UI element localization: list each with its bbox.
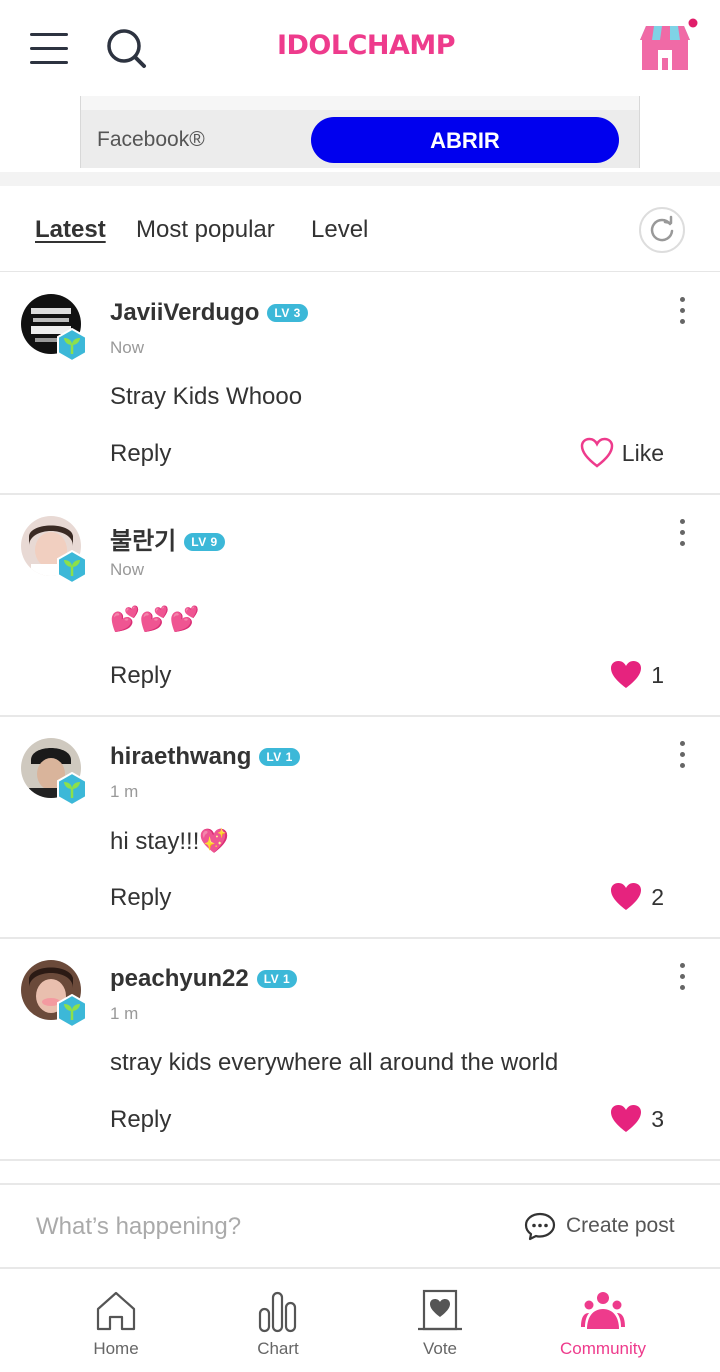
comment-text: stray kids everywhere all around the wor… [110,1049,559,1076]
chart-icon [258,1291,297,1333]
create-post-label: Create post [566,1214,675,1237]
ad-open-button[interactable]: ABRIR [311,117,619,163]
heart-filled-icon [611,883,642,910]
sprout-badge-icon [55,771,89,807]
nav-home[interactable]: Home [26,1269,206,1372]
like-label: Like [621,439,664,466]
username-text: hiraethwang [110,743,252,770]
nav-vote[interactable]: Vote [350,1269,530,1372]
level-badge: LV 3 [267,304,308,322]
username-text: 불란기 [110,528,177,555]
community-icon [581,1292,625,1329]
comment-item: 불란기 LV 9 Now 💕💕💕 Reply 1 [0,495,720,717]
comment-time: Now [110,338,145,357]
like-button[interactable]: 2 [609,879,664,915]
comment-time: 1 m [110,782,139,801]
comment-text: hi stay!!!💖 [110,828,230,855]
heart-filled-icon [611,1105,642,1132]
comment-username[interactable]: peachyun22 LV 1 [110,965,298,993]
more-options-icon[interactable] [672,741,692,771]
more-options-icon[interactable] [672,297,692,327]
like-count: 2 [651,883,664,910]
bottom-navigation: Home Chart Vote Community [0,1267,720,1372]
post-composer: What’s happening? Create post [0,1183,720,1267]
heart-outline-icon [580,437,614,468]
shop-icon[interactable] [636,18,700,74]
reply-button[interactable]: Reply [110,662,171,690]
sprout-badge-icon [55,993,89,1029]
nav-label: Home [93,1339,139,1358]
comment-username[interactable]: JaviiVerdugo LV 3 [110,299,308,327]
tab-level[interactable]: Level [311,216,368,244]
reply-button[interactable]: Reply [110,884,171,912]
divider [0,172,720,186]
like-button[interactable]: 3 [609,1101,664,1137]
comment-time: 1 m [110,1004,139,1023]
comment-username[interactable]: 불란기 LV 9 [110,521,225,556]
whats-happening-input[interactable]: What’s happening? [36,1213,241,1241]
refresh-icon[interactable] [639,207,685,253]
chat-bubble-icon [524,1212,556,1241]
comment-item: JaviiVerdugo LV 3 Now Stray Kids Whooo Re… [0,273,720,495]
ad-brand-label: Facebook® [97,128,205,151]
like-count: 3 [651,1105,664,1132]
like-button[interactable]: Like [580,435,664,471]
create-post-button[interactable]: Create post [524,1211,675,1241]
more-options-icon[interactable] [672,519,692,549]
more-options-icon[interactable] [672,963,692,993]
comment-list: JaviiVerdugo LV 3 Now Stray Kids Whooo Re… [0,273,720,1161]
nav-community[interactable]: Community [513,1269,693,1372]
username-text: peachyun22 [110,965,249,992]
vote-icon [418,1289,462,1331]
nav-label: Chart [257,1339,299,1358]
comment-item: hiraethwang LV 1 1 m hi stay!!!💖 Reply 2 [0,717,720,939]
ad-banner: Facebook® ABRIR [0,96,720,172]
ad-box[interactable]: Facebook® ABRIR [80,96,640,168]
comment-text: Stray Kids Whooo [110,383,303,410]
sprout-badge-icon [55,327,89,363]
app-logo: IDOLCHAMP [276,30,456,61]
username-text: JaviiVerdugo [110,299,260,326]
level-badge: LV 9 [184,533,225,551]
sprout-badge-icon [55,549,89,585]
app-header: IDOLCHAMP [0,0,720,96]
tab-most-popular[interactable]: Most popular [136,216,275,244]
comment-item: peachyun22 LV 1 1 m stray kids everywhere… [0,939,720,1161]
reply-button[interactable]: Reply [110,1106,171,1134]
tab-latest[interactable]: Latest [35,216,106,244]
comment-text: 💕💕💕 [110,606,200,633]
nav-label: Community [560,1339,646,1358]
reply-button[interactable]: Reply [110,440,171,468]
heart-filled-icon [611,661,642,688]
level-badge: LV 1 [256,970,298,988]
like-button[interactable]: 1 [609,657,664,693]
comment-username[interactable]: hiraethwang LV 1 [110,743,300,771]
nav-chart[interactable]: Chart [188,1269,368,1372]
home-icon [96,1291,136,1331]
comment-time: Now [110,560,145,579]
like-count: 1 [651,661,664,688]
sort-tabs: Latest Most popular Level [0,186,720,272]
nav-label: Vote [422,1339,458,1358]
level-badge: LV 1 [259,748,300,766]
